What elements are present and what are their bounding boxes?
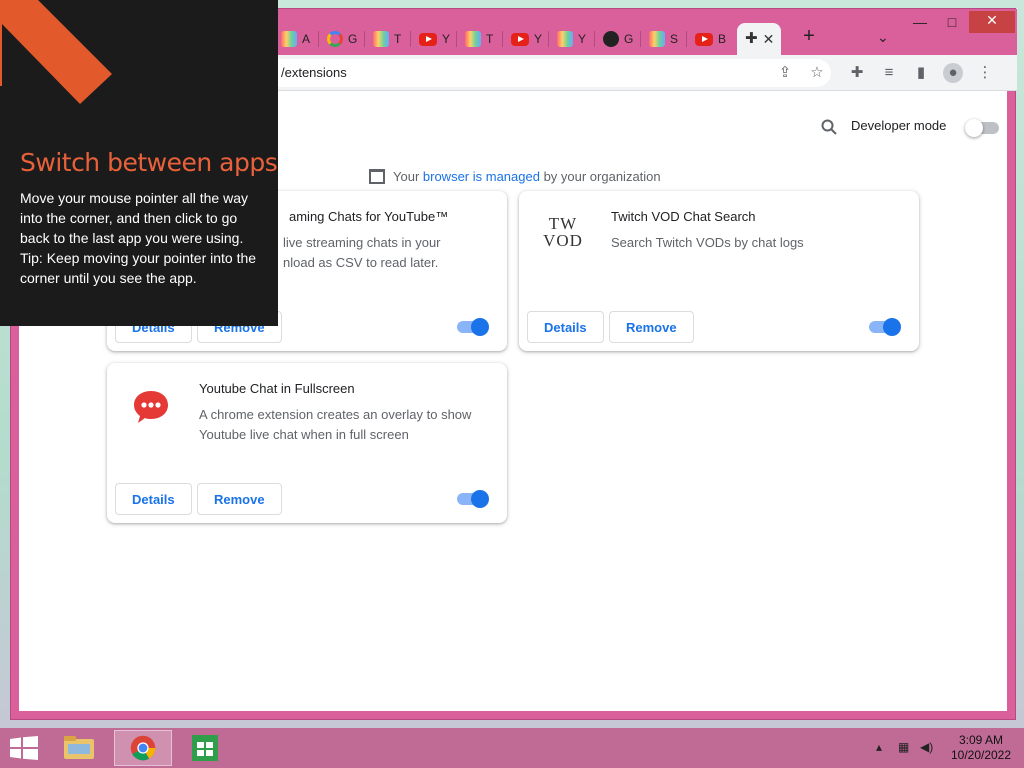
browser-tab[interactable]: G: [595, 25, 641, 53]
youtube-favicon-icon: [511, 32, 529, 46]
rainbow-favicon-icon: [649, 31, 665, 47]
address-text: /extensions: [281, 65, 347, 80]
tab-title: S: [670, 32, 679, 46]
network-icon[interactable]: ▦: [898, 740, 909, 754]
windows-start-icon[interactable]: [10, 736, 38, 760]
extension-enabled-toggle[interactable]: [457, 318, 489, 336]
chrome-taskbar-button[interactable]: [114, 730, 172, 766]
rainbow-favicon-icon: [373, 31, 389, 47]
close-window-button[interactable]: ✕: [969, 11, 1015, 33]
tab-title: G: [624, 32, 634, 46]
tip-title: Switch between apps: [20, 148, 278, 177]
extension-enabled-toggle[interactable]: [869, 318, 901, 336]
youtube-favicon-icon: [419, 32, 437, 46]
developer-mode-toggle[interactable]: [965, 119, 999, 137]
tip-body-text: Move your mouse pointer all the way into…: [20, 190, 248, 246]
tab-title: Y: [442, 32, 451, 46]
browser-tab[interactable]: A: [273, 25, 319, 53]
extension-title: Twitch VOD Chat Search: [611, 209, 756, 224]
logo-text-top: TW: [548, 214, 578, 233]
tip-body: Move your mouse pointer all the way into…: [20, 188, 265, 288]
twitch-vod-logo-icon: TW VOD: [543, 215, 583, 255]
share-icon[interactable]: ⇪: [775, 63, 795, 83]
media-control-icon[interactable]: ≡: [879, 63, 899, 83]
chat-bubble-icon: [134, 391, 168, 423]
logo-text-bottom: VOD: [543, 231, 583, 250]
browser-tab[interactable]: Y: [503, 25, 549, 53]
minimize-button[interactable]: —: [905, 13, 935, 33]
extension-description: A chrome extension creates an overlay to…: [199, 407, 472, 442]
tab-title: T: [394, 32, 402, 46]
details-button[interactable]: Details: [527, 311, 604, 343]
remove-button[interactable]: Remove: [197, 483, 282, 515]
github-favicon-icon: [603, 31, 619, 47]
managed-link[interactable]: browser is managed: [423, 169, 540, 184]
clock-date: 10/20/2022: [950, 748, 1012, 762]
rainbow-favicon-icon: [557, 31, 573, 47]
youtube-favicon-icon: [695, 32, 713, 46]
browser-tab[interactable]: Y: [549, 25, 595, 53]
tab-title: T: [486, 32, 494, 46]
menu-kebab-icon[interactable]: ⋮: [975, 63, 995, 83]
browser-tab[interactable]: G: [319, 25, 365, 53]
tab-title: A: [302, 32, 311, 46]
building-icon: [369, 169, 385, 184]
store-icon: [192, 735, 218, 761]
extensions-puzzle-icon[interactable]: ✚: [847, 63, 867, 83]
managed-notice: Your browser is managed by your organiza…: [369, 169, 661, 184]
new-tab-button[interactable]: +: [797, 25, 821, 48]
file-explorer-taskbar-button[interactable]: [50, 730, 108, 766]
maximize-button[interactable]: □: [937, 13, 967, 33]
search-icon[interactable]: [821, 119, 837, 135]
extension-title: Youtube Chat in Fullscreen: [199, 381, 355, 396]
profile-avatar-icon[interactable]: ●: [943, 63, 963, 83]
side-panel-icon[interactable]: ▮: [911, 63, 931, 83]
managed-prefix: Your: [393, 169, 423, 184]
active-tab-extensions[interactable]: ✚ ✕: [737, 23, 781, 55]
tab-title: Y: [534, 32, 543, 46]
system-clock[interactable]: 3:09 AM 10/20/2022: [948, 733, 1014, 763]
tab-title: B: [718, 32, 727, 46]
tip-hint-text: Tip: Keep moving your pointer into the c…: [20, 250, 257, 286]
show-hidden-icons-icon[interactable]: ▴: [876, 740, 882, 754]
bookmark-star-icon[interactable]: ☆: [807, 63, 827, 83]
extension-description: live streaming chats in your nload as CS…: [283, 235, 441, 270]
close-tab-icon[interactable]: ✕: [763, 31, 775, 48]
rainbow-favicon-icon: [465, 31, 481, 47]
browser-tab[interactable]: T: [365, 25, 411, 53]
volume-icon[interactable]: ◀): [920, 740, 933, 754]
extension-enabled-toggle[interactable]: [457, 490, 489, 508]
browser-tab[interactable]: Y: [411, 25, 457, 53]
google-favicon-icon: [327, 31, 343, 47]
taskbar: ▴ ▦ ◀) 3:09 AM 10/20/2022: [0, 728, 1024, 768]
switch-apps-tip-overlay: Switch between apps Move your mouse poin…: [0, 0, 278, 326]
remove-button[interactable]: Remove: [609, 311, 694, 343]
managed-suffix: by your organization: [539, 169, 661, 184]
details-button[interactable]: Details: [115, 483, 192, 515]
managed-text: Your browser is managed by your organiza…: [393, 169, 661, 184]
tab-title: Y: [578, 32, 587, 46]
rainbow-favicon-icon: [281, 31, 297, 47]
extension-card: Youtube Chat in Fullscreen A chrome exte…: [107, 363, 507, 523]
corner-arrow-icon: [0, 0, 112, 104]
folder-icon: [64, 736, 94, 759]
browser-tab[interactable]: B: [687, 25, 733, 53]
tab-title: G: [348, 32, 358, 46]
browser-tab[interactable]: S: [641, 25, 687, 53]
tab-search-chevron-icon[interactable]: ⌄: [877, 29, 889, 46]
browser-tab[interactable]: T: [457, 25, 503, 53]
puzzle-icon: ✚: [745, 30, 758, 47]
extension-title: aming Chats for YouTube™: [289, 209, 449, 224]
extension-description: Search Twitch VODs by chat logs: [611, 235, 804, 250]
store-taskbar-button[interactable]: [176, 730, 234, 766]
developer-mode-label: Developer mode: [851, 118, 947, 133]
clock-time: 3:09 AM: [958, 733, 1004, 747]
extension-card: TW VOD Twitch VOD Chat Search Search Twi…: [519, 191, 919, 351]
chrome-icon: [130, 735, 156, 761]
